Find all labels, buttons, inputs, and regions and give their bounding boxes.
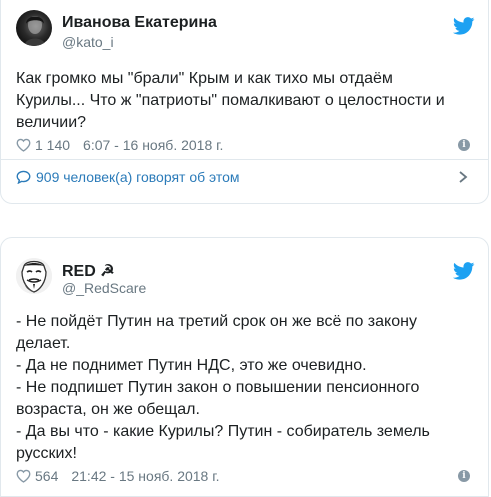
guy-fawkes-mask-icon bbox=[16, 258, 52, 294]
tweet-timestamp[interactable]: 21:42 - 15 нояб. 2018 г. bbox=[71, 468, 219, 484]
author-handle[interactable]: @kato_i bbox=[62, 34, 114, 50]
avatar-photo-icon bbox=[24, 16, 46, 46]
tweet-card-1: Иванова Екатерина @kato_i Как громко мы … bbox=[0, 0, 489, 204]
tweet-text: - Не пойдёт Путин на третий срок он же в… bbox=[16, 311, 478, 465]
tweet-meta: 564 21:42 - 15 нояб. 2018 г. bbox=[16, 468, 220, 484]
twitter-bird-icon[interactable] bbox=[453, 262, 475, 280]
like-count[interactable]: 564 bbox=[35, 468, 58, 484]
tweet-text-line: возраста, он же обещал. bbox=[16, 401, 200, 418]
tweet-text-line: делает. bbox=[16, 335, 71, 352]
tweet-text-line: русских! bbox=[16, 445, 77, 462]
tweet-text-line: Курилы... Что ж "патриоты" помалкивают о… bbox=[16, 92, 445, 109]
author-display-name[interactable]: Иванова Екатерина bbox=[62, 14, 217, 32]
tweet-text-line: Как громко мы "брали" Крым и как тихо мы… bbox=[16, 70, 393, 87]
info-icon[interactable]: i bbox=[458, 470, 470, 482]
like-count[interactable]: 1 140 bbox=[35, 137, 70, 153]
tweet-text-line: - Да не поднимет Путин НДС, это же очеви… bbox=[16, 357, 367, 374]
tweet-meta: 1 140 6:07 - 16 нояб. 2018 г. bbox=[16, 137, 223, 153]
tweet-text-line: - Не подпишет Путин закон о повышении пе… bbox=[16, 379, 420, 396]
chevron-right-icon[interactable] bbox=[458, 171, 468, 183]
tweet-timestamp[interactable]: 6:07 - 16 нояб. 2018 г. bbox=[83, 137, 223, 153]
tweet-text-line: - Не пойдёт Путин на третий срок он же в… bbox=[16, 313, 417, 330]
author-handle[interactable]: @_RedScare bbox=[62, 280, 146, 296]
speech-bubble-icon bbox=[16, 170, 31, 184]
conversation-label[interactable]: 909 человек(а) говорят об этом bbox=[36, 169, 240, 185]
tweet-text: Как громко мы "брали" Крым и как тихо мы… bbox=[16, 68, 478, 134]
tweet-text-line: величии? bbox=[16, 114, 87, 131]
tweet-card-2: RED ☭ @_RedScare - Не пойдёт Путин на тр… bbox=[0, 237, 489, 497]
author-avatar[interactable] bbox=[16, 258, 52, 294]
heart-icon[interactable] bbox=[16, 138, 31, 152]
author-avatar[interactable] bbox=[16, 10, 52, 46]
twitter-bird-icon[interactable] bbox=[453, 17, 475, 35]
conversation-link[interactable]: 909 человек(а) говорят об этом bbox=[1, 159, 488, 195]
info-icon[interactable]: i bbox=[458, 139, 470, 151]
author-display-name[interactable]: RED ☭ bbox=[62, 261, 115, 281]
tweet-text-line: - Да вы что - какие Курилы? Путин - соби… bbox=[16, 423, 430, 440]
heart-icon[interactable] bbox=[16, 469, 31, 483]
